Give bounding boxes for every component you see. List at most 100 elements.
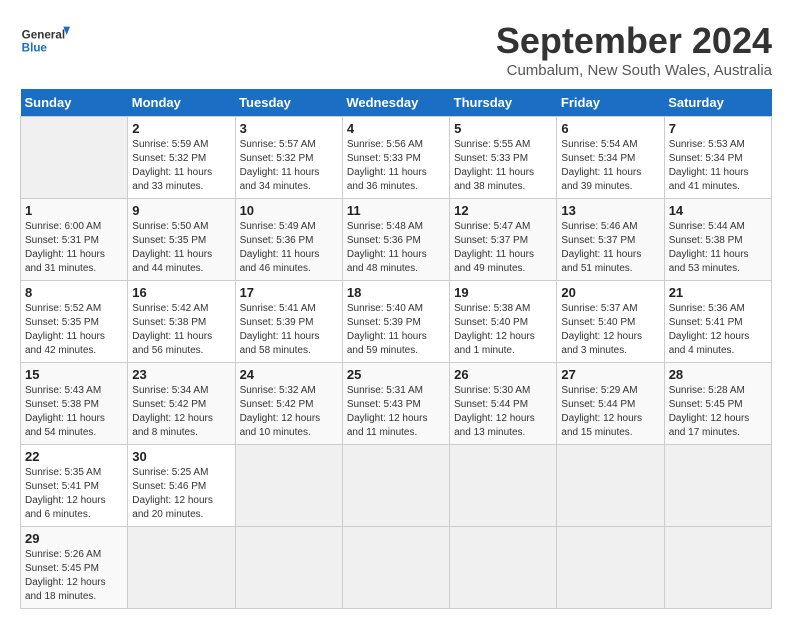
- day-info: Sunrise: 5:46 AM Sunset: 5:37 PM Dayligh…: [561, 220, 659, 276]
- calendar-cell: [235, 445, 342, 527]
- calendar-cell: 5 Sunrise: 5:55 AM Sunset: 5:33 PM Daylig…: [450, 117, 557, 199]
- day-info: Sunrise: 5:50 AM Sunset: 5:35 PM Dayligh…: [132, 220, 230, 276]
- calendar-row-4: 22 Sunrise: 5:35 AM Sunset: 5:41 PM Dayli…: [21, 445, 772, 527]
- day-number: 13: [561, 203, 659, 218]
- location: Cumbalum, New South Wales, Australia: [496, 62, 772, 79]
- calendar-cell: 9Sunrise: 5:50 AM Sunset: 5:35 PM Daylig…: [128, 199, 235, 281]
- day-info: Sunrise: 5:52 AM Sunset: 5:35 PM Dayligh…: [25, 302, 123, 358]
- calendar-cell: [664, 527, 771, 609]
- calendar-row-1: 1Sunrise: 6:00 AM Sunset: 5:31 PM Daylig…: [21, 199, 772, 281]
- day-info: Sunrise: 5:43 AM Sunset: 5:38 PM Dayligh…: [25, 384, 123, 440]
- weekday-header-saturday: Saturday: [664, 89, 771, 117]
- calendar-cell: 28 Sunrise: 5:28 AM Sunset: 5:45 PM Dayli…: [664, 363, 771, 445]
- day-number: 21: [669, 285, 767, 300]
- svg-text:Blue: Blue: [22, 42, 48, 55]
- day-info: Sunrise: 5:36 AM Sunset: 5:41 PM Dayligh…: [669, 302, 767, 358]
- weekday-header-monday: Monday: [128, 89, 235, 117]
- calendar-cell: 18 Sunrise: 5:40 AM Sunset: 5:39 PM Dayli…: [342, 281, 449, 363]
- day-number: 4: [347, 121, 445, 136]
- day-info: Sunrise: 5:47 AM Sunset: 5:37 PM Dayligh…: [454, 220, 552, 276]
- calendar-cell: 30Sunrise: 5:25 AM Sunset: 5:46 PM Dayli…: [128, 445, 235, 527]
- month-title: September 2024: [496, 20, 772, 62]
- day-number: 14: [669, 203, 767, 218]
- calendar-cell: 13 Sunrise: 5:46 AM Sunset: 5:37 PM Dayli…: [557, 199, 664, 281]
- calendar-cell: 15Sunrise: 5:43 AM Sunset: 5:38 PM Dayli…: [21, 363, 128, 445]
- calendar-cell: 8 Sunrise: 5:52 AM Sunset: 5:35 PM Daylig…: [21, 281, 128, 363]
- calendar-cell: [557, 527, 664, 609]
- weekday-header-sunday: Sunday: [21, 89, 128, 117]
- day-info: Sunrise: 5:25 AM Sunset: 5:46 PM Dayligh…: [132, 466, 230, 522]
- day-number: 28: [669, 367, 767, 382]
- weekday-header-tuesday: Tuesday: [235, 89, 342, 117]
- calendar-cell: [450, 445, 557, 527]
- calendar-cell: 20Sunrise: 5:37 AM Sunset: 5:40 PM Dayli…: [557, 281, 664, 363]
- day-info: Sunrise: 5:35 AM Sunset: 5:41 PM Dayligh…: [25, 466, 123, 522]
- calendar-cell: 23Sunrise: 5:34 AM Sunset: 5:42 PM Dayli…: [128, 363, 235, 445]
- day-info: Sunrise: 5:56 AM Sunset: 5:33 PM Dayligh…: [347, 138, 445, 194]
- calendar-cell: 16Sunrise: 5:42 AM Sunset: 5:38 PM Dayli…: [128, 281, 235, 363]
- day-number: 2: [132, 121, 230, 136]
- day-number: 22: [25, 449, 123, 464]
- day-number: 29: [25, 531, 123, 546]
- general-blue-logo: General Blue: [20, 20, 70, 60]
- calendar-cell: 24Sunrise: 5:32 AM Sunset: 5:42 PM Dayli…: [235, 363, 342, 445]
- day-info: Sunrise: 5:59 AM Sunset: 5:32 PM Dayligh…: [132, 138, 230, 194]
- calendar-cell: 29 Sunrise: 5:26 AM Sunset: 5:45 PM Dayli…: [21, 527, 128, 609]
- day-number: 17: [240, 285, 338, 300]
- calendar-cell: 17 Sunrise: 5:41 AM Sunset: 5:39 PM Dayli…: [235, 281, 342, 363]
- day-info: Sunrise: 5:55 AM Sunset: 5:33 PM Dayligh…: [454, 138, 552, 194]
- day-info: Sunrise: 5:57 AM Sunset: 5:32 PM Dayligh…: [240, 138, 338, 194]
- calendar-cell: 7Sunrise: 5:53 AM Sunset: 5:34 PM Daylig…: [664, 117, 771, 199]
- day-number: 8: [25, 285, 123, 300]
- calendar-row-0: 2 Sunrise: 5:59 AM Sunset: 5:32 PM Daylig…: [21, 117, 772, 199]
- day-number: 3: [240, 121, 338, 136]
- weekday-header-wednesday: Wednesday: [342, 89, 449, 117]
- calendar-cell: 6Sunrise: 5:54 AM Sunset: 5:34 PM Daylig…: [557, 117, 664, 199]
- day-info: Sunrise: 5:29 AM Sunset: 5:44 PM Dayligh…: [561, 384, 659, 440]
- svg-text:General: General: [22, 28, 65, 41]
- logo: General Blue: [20, 20, 70, 60]
- calendar-cell: 27Sunrise: 5:29 AM Sunset: 5:44 PM Dayli…: [557, 363, 664, 445]
- weekday-header-row: SundayMondayTuesdayWednesdayThursdayFrid…: [21, 89, 772, 117]
- calendar-cell: 21 Sunrise: 5:36 AM Sunset: 5:41 PM Dayli…: [664, 281, 771, 363]
- calendar-table: SundayMondayTuesdayWednesdayThursdayFrid…: [20, 89, 772, 609]
- calendar-cell: 11 Sunrise: 5:48 AM Sunset: 5:36 PM Dayli…: [342, 199, 449, 281]
- page-header: General Blue September 2024 Cumbalum, Ne…: [20, 20, 772, 79]
- day-number: 12: [454, 203, 552, 218]
- day-number: 23: [132, 367, 230, 382]
- calendar-row-5: 29 Sunrise: 5:26 AM Sunset: 5:45 PM Dayli…: [21, 527, 772, 609]
- day-info: Sunrise: 5:48 AM Sunset: 5:36 PM Dayligh…: [347, 220, 445, 276]
- calendar-cell: 14 Sunrise: 5:44 AM Sunset: 5:38 PM Dayli…: [664, 199, 771, 281]
- calendar-cell: [557, 445, 664, 527]
- calendar-cell: 25Sunrise: 5:31 AM Sunset: 5:43 PM Dayli…: [342, 363, 449, 445]
- day-info: Sunrise: 5:40 AM Sunset: 5:39 PM Dayligh…: [347, 302, 445, 358]
- day-info: Sunrise: 5:53 AM Sunset: 5:34 PM Dayligh…: [669, 138, 767, 194]
- day-number: 19: [454, 285, 552, 300]
- calendar-cell: [664, 445, 771, 527]
- day-number: 18: [347, 285, 445, 300]
- calendar-cell: 2 Sunrise: 5:59 AM Sunset: 5:32 PM Daylig…: [128, 117, 235, 199]
- calendar-cell: [128, 527, 235, 609]
- day-info: Sunrise: 5:38 AM Sunset: 5:40 PM Dayligh…: [454, 302, 552, 358]
- title-block: September 2024 Cumbalum, New South Wales…: [496, 20, 772, 79]
- day-number: 10: [240, 203, 338, 218]
- day-number: 16: [132, 285, 230, 300]
- day-info: Sunrise: 5:41 AM Sunset: 5:39 PM Dayligh…: [240, 302, 338, 358]
- calendar-cell: [235, 527, 342, 609]
- day-number: 5: [454, 121, 552, 136]
- day-info: Sunrise: 5:44 AM Sunset: 5:38 PM Dayligh…: [669, 220, 767, 276]
- calendar-row-3: 15Sunrise: 5:43 AM Sunset: 5:38 PM Dayli…: [21, 363, 772, 445]
- day-number: 11: [347, 203, 445, 218]
- day-number: 6: [561, 121, 659, 136]
- calendar-cell: [21, 117, 128, 199]
- calendar-cell: 3 Sunrise: 5:57 AM Sunset: 5:32 PM Daylig…: [235, 117, 342, 199]
- day-number: 26: [454, 367, 552, 382]
- calendar-cell: 12 Sunrise: 5:47 AM Sunset: 5:37 PM Dayli…: [450, 199, 557, 281]
- calendar-cell: [342, 445, 449, 527]
- day-info: Sunrise: 5:28 AM Sunset: 5:45 PM Dayligh…: [669, 384, 767, 440]
- day-info: Sunrise: 5:49 AM Sunset: 5:36 PM Dayligh…: [240, 220, 338, 276]
- calendar-cell: 10 Sunrise: 5:49 AM Sunset: 5:36 PM Dayli…: [235, 199, 342, 281]
- day-number: 24: [240, 367, 338, 382]
- calendar-cell: 26Sunrise: 5:30 AM Sunset: 5:44 PM Dayli…: [450, 363, 557, 445]
- day-info: Sunrise: 5:26 AM Sunset: 5:45 PM Dayligh…: [25, 548, 123, 604]
